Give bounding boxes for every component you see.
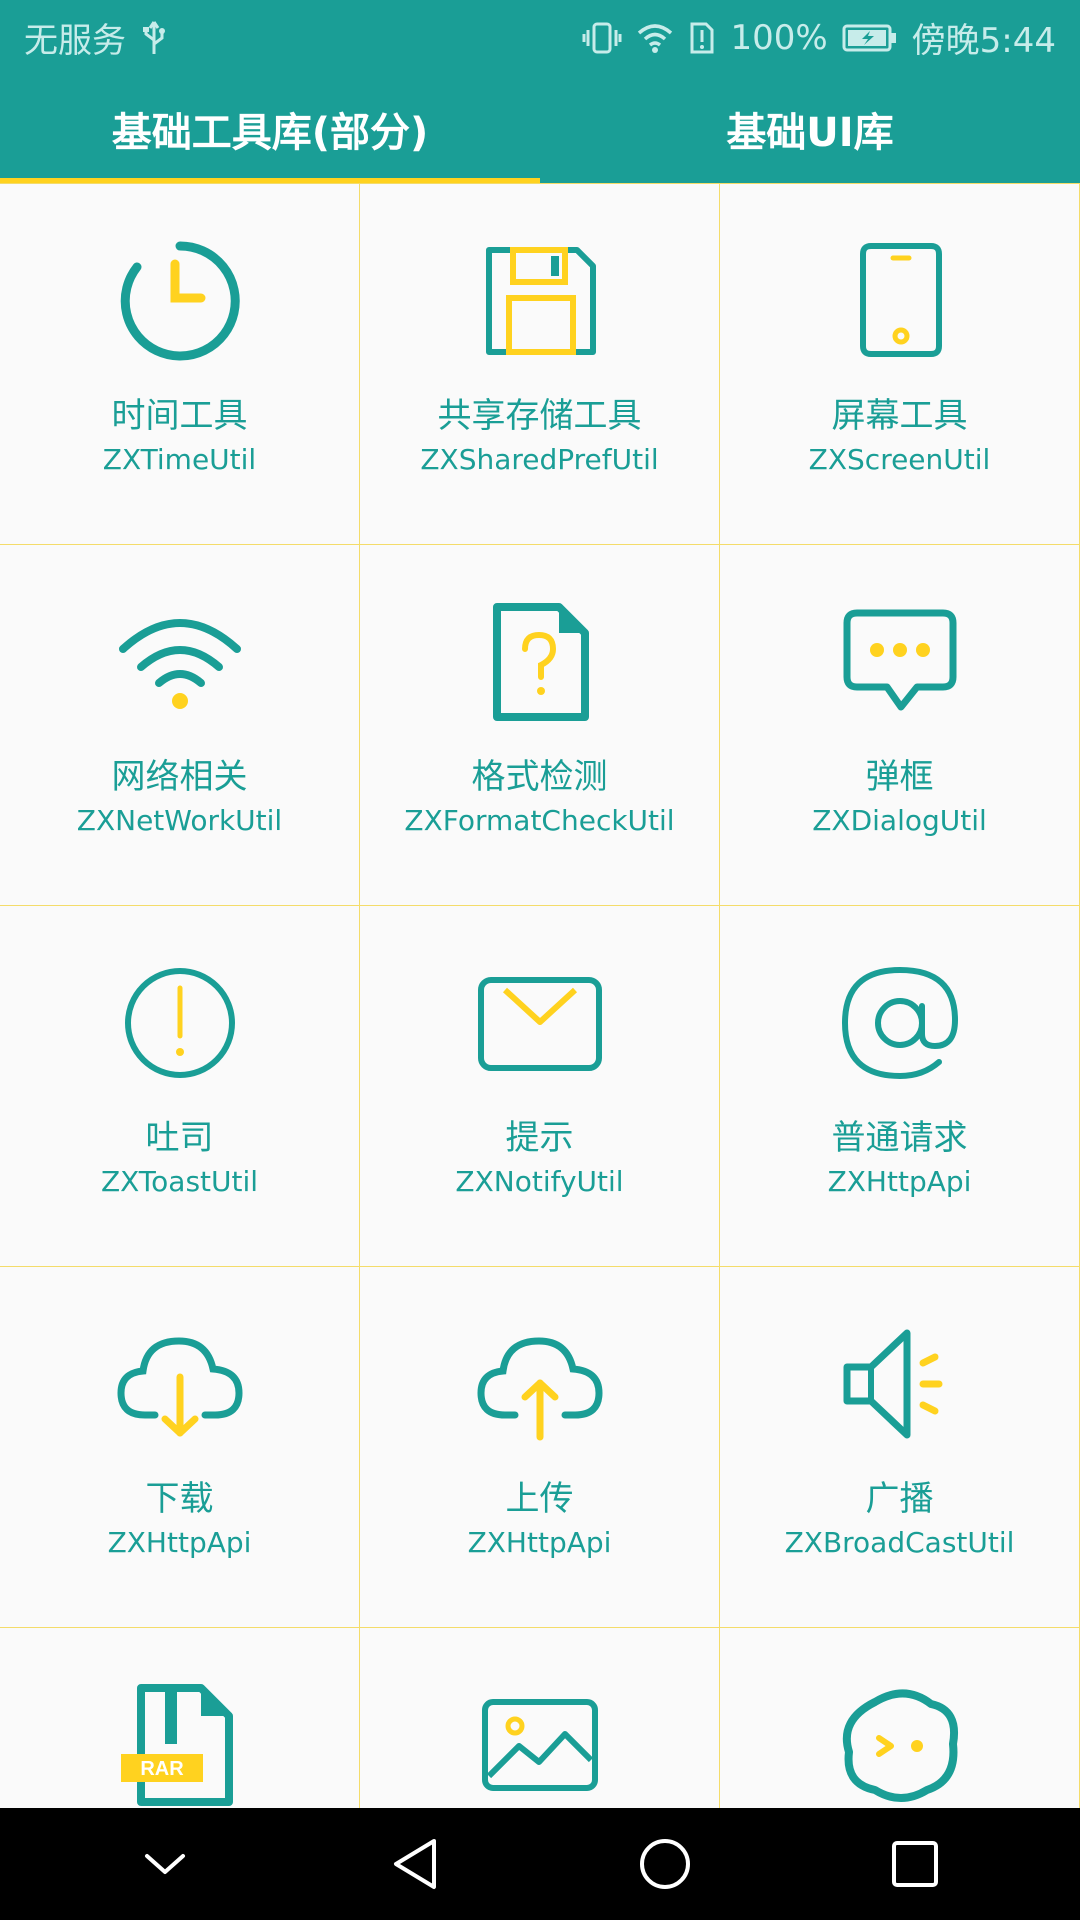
grid-item-network-util[interactable]: 网络相关 ZXNetWorkUtil [0, 545, 360, 906]
sim-alert-icon [688, 20, 716, 56]
home-circle-icon [640, 1839, 690, 1889]
grid-item-screen-util[interactable]: 屏幕工具 ZXScreenUtil [720, 184, 1080, 545]
status-left: 无服务 [24, 13, 168, 62]
usb-icon [140, 20, 168, 56]
tab-basic-tools-label: 基础工具库(部分) [111, 110, 429, 156]
item-title: 时间工具 [111, 396, 248, 436]
phone-icon [835, 236, 965, 366]
item-title: 格式检测 [471, 757, 608, 797]
grid-item-dialog-util[interactable]: 弹框 ZXDialogUtil [720, 545, 1080, 906]
status-right: 100% 傍晚5:44 [582, 13, 1056, 62]
grid-item-upload[interactable]: 上传 ZXHttpApi [360, 1267, 720, 1628]
grid-item-download[interactable]: 下载 ZXHttpApi [0, 1267, 360, 1628]
item-title: 屏幕工具 [831, 396, 968, 436]
item-subtitle: ZXHttpApi [467, 1526, 612, 1559]
wifi-icon [115, 597, 245, 727]
cloud-download-icon [115, 1319, 245, 1449]
vibrate-icon [582, 20, 622, 56]
back-triangle-icon [394, 1839, 436, 1889]
item-title: 提示 [505, 1118, 574, 1158]
alert-circle-icon [115, 958, 245, 1088]
terminal-blob-icon [835, 1680, 965, 1808]
grid-item-terminal[interactable] [720, 1628, 1080, 1808]
nav-recents-button[interactable] [865, 1814, 965, 1914]
grid-item-toast-util[interactable]: 吐司 ZXToastUtil [0, 906, 360, 1267]
carrier-text: 无服务 [24, 21, 126, 61]
item-subtitle: ZXTimeUtil [102, 443, 257, 476]
tab-basic-ui[interactable]: 基础UI库 [540, 75, 1080, 183]
grid-item-rar[interactable]: RAR [0, 1628, 360, 1808]
tab-bar: 基础工具库(部分) 基础UI库 [0, 75, 1080, 183]
item-title: 吐司 [145, 1118, 214, 1158]
battery-percent: 100% [730, 17, 828, 58]
grid-item-http-api[interactable]: 普通请求 ZXHttpApi [720, 906, 1080, 1267]
chevron-down-icon [145, 1854, 185, 1874]
system-nav-bar [0, 1808, 1080, 1920]
clock-icon [115, 236, 245, 366]
tab-basic-tools[interactable]: 基础工具库(部分) [0, 75, 540, 183]
floppy-disk-icon [475, 236, 605, 366]
item-subtitle: ZXDialogUtil [812, 804, 987, 837]
item-subtitle: ZXHttpApi [827, 1165, 972, 1198]
item-title: 下载 [145, 1479, 214, 1519]
grid-item-notify-util[interactable]: 提示 ZXNotifyUtil [360, 906, 720, 1267]
nav-hide-button[interactable] [115, 1814, 215, 1914]
item-subtitle: ZXHttpApi [107, 1526, 252, 1559]
grid-item-broadcast-util[interactable]: 广播 ZXBroadCastUtil [720, 1267, 1080, 1628]
megaphone-icon [835, 1319, 965, 1449]
tool-grid: 时间工具 ZXTimeUtil 共享存储工具 ZXSharedPrefUtil … [0, 183, 1080, 1808]
mail-icon [475, 958, 605, 1088]
item-title: 普通请求 [831, 1118, 968, 1158]
battery-charging-icon [842, 23, 898, 53]
clock-text: 傍晚5:44 [911, 21, 1056, 61]
rar-file-icon: RAR [115, 1680, 245, 1808]
item-title: 网络相关 [111, 757, 248, 797]
grid-item-format-check-util[interactable]: 格式检测 ZXFormatCheckUtil [360, 545, 720, 906]
item-subtitle: ZXBroadCastUtil [784, 1526, 1015, 1559]
item-title: 弹框 [865, 757, 934, 797]
svg-text:RAR: RAR [140, 1758, 184, 1780]
grid-item-image[interactable] [360, 1628, 720, 1808]
grid-item-shared-pref-util[interactable]: 共享存储工具 ZXSharedPrefUtil [360, 184, 720, 545]
item-subtitle: ZXScreenUtil [808, 443, 991, 476]
item-title: 共享存储工具 [437, 396, 642, 436]
image-icon [475, 1680, 605, 1808]
recents-square-icon [892, 1841, 938, 1887]
wifi-status-icon [636, 22, 674, 54]
tab-basic-ui-label: 基础UI库 [726, 110, 894, 156]
item-subtitle: ZXSharedPrefUtil [420, 443, 659, 476]
at-icon [835, 958, 965, 1088]
item-subtitle: ZXNotifyUtil [455, 1165, 624, 1198]
item-title: 广播 [865, 1479, 934, 1519]
grid-item-time-util[interactable]: 时间工具 ZXTimeUtil [0, 184, 360, 545]
cloud-upload-icon [475, 1319, 605, 1449]
item-subtitle: ZXNetWorkUtil [76, 804, 283, 837]
status-bar: 无服务 100% 傍晚5:44 [0, 0, 1080, 75]
item-title: 上传 [505, 1479, 574, 1519]
chat-bubble-icon [835, 597, 965, 727]
item-subtitle: ZXFormatCheckUtil [404, 804, 675, 837]
question-file-icon [475, 597, 605, 727]
item-subtitle: ZXToastUtil [100, 1165, 259, 1198]
nav-back-button[interactable] [365, 1814, 465, 1914]
nav-home-button[interactable] [615, 1814, 715, 1914]
